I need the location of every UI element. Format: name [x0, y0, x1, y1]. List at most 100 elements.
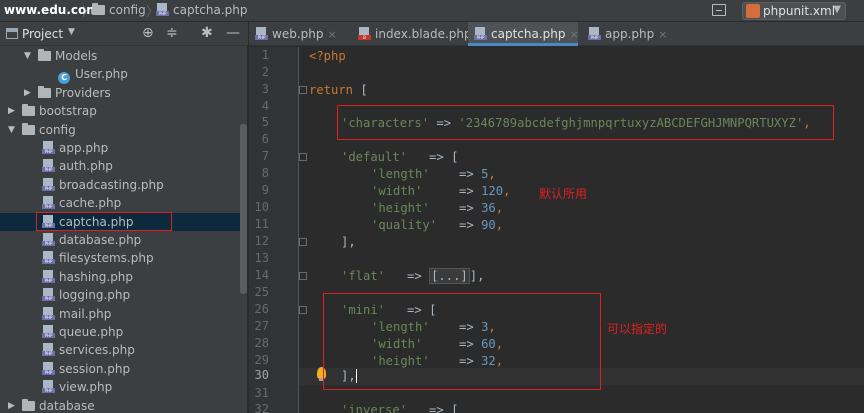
expand-right-icon[interactable]: ▶ [8, 397, 15, 413]
annotation-box-characters [337, 105, 834, 140]
line-number: 32 [254, 402, 269, 413]
tree-item-label: Models [55, 49, 98, 63]
tree-item[interactable]: PHP app.php [0, 139, 240, 157]
expand-down-icon[interactable]: ▼ [8, 121, 15, 139]
tree-item[interactable]: C User.php [0, 65, 240, 85]
fold-marker-icon[interactable] [299, 153, 307, 161]
tree-item[interactable]: PHP session.php [0, 360, 240, 378]
tree-item[interactable]: PHP broadcasting.php [0, 176, 240, 194]
annotation-box-mini [323, 293, 601, 390]
tree-item[interactable]: PHP queue.php [0, 323, 240, 341]
code-line: 'flat' => [...]], [341, 268, 485, 284]
breadcrumb-folder[interactable]: config [92, 3, 146, 17]
tree-item[interactable]: PHP logging.php [0, 286, 240, 304]
tab-captcha-php[interactable]: PHP captcha.php × [468, 22, 579, 46]
tree-item-content: PHP view.php [42, 378, 112, 396]
php-file-icon: PHP [42, 288, 55, 302]
php-file-icon: PHP [474, 27, 487, 40]
tree-item[interactable]: PHP cache.php [0, 194, 240, 212]
locate-icon[interactable]: ⊕ [142, 25, 154, 41]
tree-item[interactable]: PHP services.php [0, 341, 240, 359]
line-number: 30 [254, 368, 269, 382]
expand-right-icon[interactable]: ▶ [8, 102, 15, 120]
tree-item-content: PHP app.php [42, 139, 108, 157]
tree-item-label: Providers [55, 85, 111, 100]
tree-item[interactable]: PHP filesystems.php [0, 249, 240, 267]
php-file-icon: PHP [42, 325, 55, 338]
tree-item-content: database [22, 397, 95, 413]
tree-item[interactable]: PHP database.php [0, 231, 240, 249]
tree-item-content: PHP mail.php [42, 305, 111, 323]
scrollbar[interactable] [240, 124, 247, 294]
gear-icon[interactable]: ✱ [201, 25, 213, 41]
tree-item[interactable]: PHP hashing.php [0, 268, 240, 286]
fold-marker-icon[interactable] [299, 272, 307, 280]
tree-item[interactable]: ▶ database [0, 397, 240, 413]
project-icon [6, 28, 18, 39]
php-file-icon: PHP [42, 343, 55, 357]
tab-web-php[interactable]: PHP web.php × [249, 22, 351, 46]
annotation-mini-note: 可以指定的 [607, 322, 668, 336]
folder-icon [38, 49, 51, 61]
hide-panel-icon[interactable]: — [226, 25, 240, 41]
tree-item-content: PHP logging.php [42, 286, 130, 304]
close-icon[interactable]: × [569, 28, 578, 41]
tree-item-label: filesystems.php [59, 251, 154, 266]
blade-file-icon: B [358, 27, 371, 40]
fold-marker-icon[interactable] [299, 238, 307, 246]
tree-item-label: logging.php [59, 288, 131, 303]
tree-item-label: database.php [59, 233, 142, 247]
tree-item[interactable]: ▶ Providers [0, 84, 240, 102]
tree-item[interactable]: ▼ Models [0, 47, 240, 65]
code-line: 'height' => 36, [371, 201, 504, 215]
php-file-icon: PHP [42, 380, 55, 394]
fold-marker-icon[interactable] [299, 86, 307, 94]
run-configuration-select[interactable]: phpunit.xml ▼ [742, 2, 846, 20]
project-view-selector[interactable]: Project [22, 27, 63, 41]
tree-item[interactable]: ▶ bootstrap [0, 102, 240, 120]
tree-item-content: C User.php [58, 65, 128, 85]
php-file-icon: PHP [42, 361, 55, 375]
folder-icon [22, 398, 35, 411]
class-icon: C [58, 72, 70, 85]
highlight-box [36, 212, 172, 231]
code-line: ], [341, 235, 356, 249]
chevron-down-icon[interactable]: ▼ [68, 27, 75, 37]
tab-index-blade-php[interactable]: Bindex.blade.php× [352, 22, 485, 46]
php-file-icon: PHP [42, 177, 55, 191]
php-file-icon: PHP [42, 233, 55, 246]
line-number: 2 [261, 65, 269, 79]
line-number: 25 [254, 285, 269, 299]
close-icon[interactable]: × [658, 28, 667, 41]
tree-item[interactable]: PHP mail.php [0, 305, 240, 323]
tree-item-label: cache.php [59, 196, 122, 211]
php-file-icon: PHP [42, 306, 55, 320]
close-icon[interactable]: × [327, 28, 336, 41]
php-file-icon: PHP [156, 3, 169, 16]
folded-code[interactable]: [...] [429, 268, 470, 284]
line-number: 26 [254, 302, 269, 316]
line-number: 7 [261, 149, 269, 163]
folder-icon [38, 85, 51, 98]
tree-item[interactable]: PHP view.php [0, 378, 240, 396]
code-editor[interactable]: 1 2 3 4 5 6 7 8 9 10 11 12 13 14 25 26 27 28 29 30 31 32 <?ph… [249, 47, 864, 413]
line-number: 10 [254, 200, 269, 214]
tab-app-php[interactable]: PHP app.php × [582, 22, 672, 46]
tree-item-content: Providers [38, 84, 111, 102]
tree-item-label: session.php [59, 361, 131, 376]
code-line: 'width' => 120, [371, 184, 511, 198]
tree-item[interactable]: PHP auth.php [0, 157, 240, 175]
tree-item-label: database [39, 398, 95, 413]
fold-marker-icon[interactable] [299, 306, 307, 314]
tree-item-content: PHP session.php [42, 360, 130, 378]
breadcrumb-file[interactable]: PHP captcha.php [156, 3, 247, 17]
tree-item-content: PHP auth.php [42, 157, 113, 175]
tree-item-content: PHP services.php [42, 341, 135, 359]
expand-down-icon[interactable]: ▼ [24, 47, 31, 65]
terminal-icon[interactable] [712, 4, 726, 16]
chevron-down-icon: ▼ [833, 4, 841, 15]
expand-right-icon[interactable]: ▶ [24, 84, 31, 102]
tree-item[interactable]: ▼ config [0, 121, 240, 139]
collapse-all-icon[interactable]: ≑ [166, 25, 178, 41]
line-number: 9 [261, 183, 269, 197]
